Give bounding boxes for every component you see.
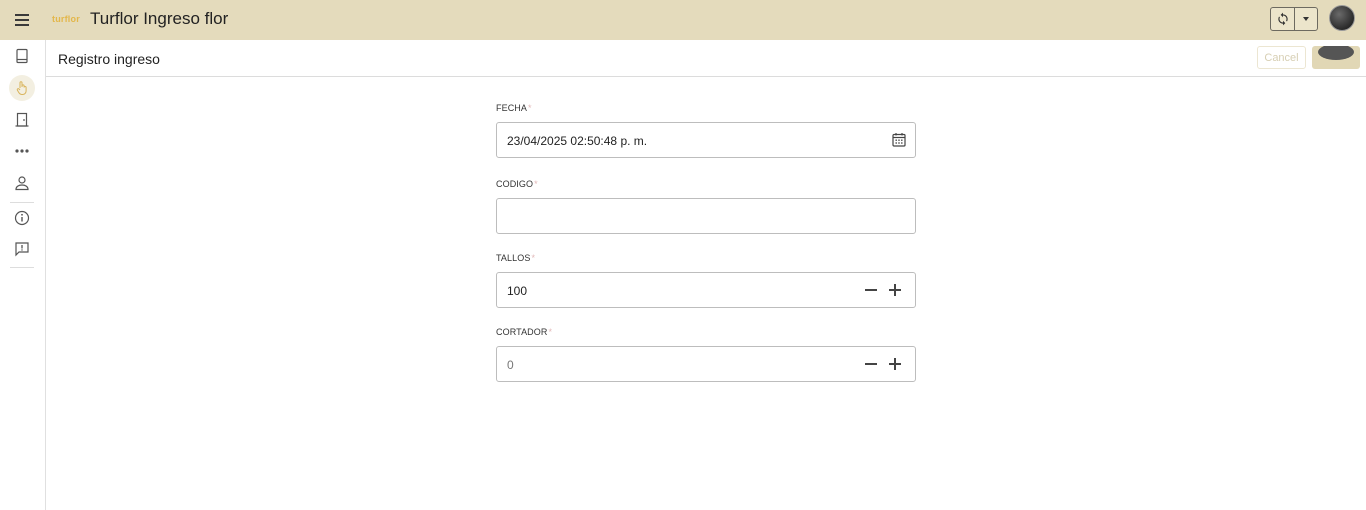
sidebar-item-exit[interactable] — [9, 107, 35, 133]
required-mark: * — [531, 253, 536, 263]
fecha-value: 23/04/2025 02:50:48 p. m. — [507, 134, 648, 148]
tallos-decrement-button[interactable] — [863, 281, 879, 299]
page-title: Registro ingreso — [58, 51, 160, 67]
required-mark: * — [534, 179, 538, 189]
sidebar-item-user[interactable] — [9, 170, 35, 196]
codigo-label: CODIGO* — [496, 179, 538, 189]
fecha-label: FECHA* — [496, 103, 532, 113]
more-dots-icon — [15, 149, 29, 153]
user-icon — [15, 176, 29, 191]
sync-button-group — [1270, 7, 1318, 31]
sidebar-item-more[interactable] — [9, 138, 35, 164]
redaction-blob — [1318, 46, 1354, 60]
sidebar-item-feedback[interactable] — [9, 236, 35, 262]
tallos-label-text: TALLOS — [496, 253, 531, 263]
sidebar-item-ingreso[interactable] — [9, 75, 35, 101]
sidebar-item-book[interactable] — [9, 43, 35, 69]
tallos-label: TALLOS* — [496, 253, 535, 263]
minus-icon — [865, 363, 877, 365]
cortador-stepper[interactable]: 0 — [496, 346, 916, 382]
fecha-field[interactable]: 23/04/2025 02:50:48 p. m. — [496, 122, 916, 158]
sidebar-divider — [10, 267, 34, 268]
door-exit-icon — [15, 112, 29, 127]
required-mark: * — [528, 103, 532, 113]
app-title: Turflor Ingreso flor — [90, 9, 229, 28]
codigo-field[interactable] — [496, 198, 916, 234]
tallos-stepper[interactable]: 100 — [496, 272, 916, 308]
sidebar — [0, 40, 46, 510]
chevron-down-icon — [1303, 17, 1309, 21]
feedback-icon — [15, 242, 29, 257]
info-icon — [14, 210, 30, 226]
codigo-input[interactable] — [497, 199, 915, 233]
fecha-label-text: FECHA — [496, 103, 528, 113]
cortador-placeholder: 0 — [507, 358, 514, 372]
plus-icon — [889, 284, 901, 296]
sidebar-item-info[interactable] — [9, 205, 35, 231]
calendar-icon[interactable] — [892, 132, 906, 147]
app-logo: turflor — [52, 14, 80, 24]
hand-pointer-icon — [16, 81, 27, 95]
book-icon — [16, 48, 28, 64]
tallos-value: 100 — [507, 284, 528, 298]
sync-icon — [1277, 12, 1288, 26]
cortador-label-text: CORTADOR — [496, 327, 548, 337]
sidebar-divider — [10, 202, 34, 203]
cortador-increment-button[interactable] — [887, 355, 903, 373]
codigo-label-text: CODIGO — [496, 179, 534, 189]
save-button[interactable] — [1312, 46, 1360, 69]
minus-icon — [865, 289, 877, 291]
cancel-button[interactable]: Cancel — [1257, 46, 1306, 69]
required-mark: * — [548, 327, 553, 337]
avatar[interactable] — [1329, 5, 1355, 31]
sync-dropdown-button[interactable] — [1295, 8, 1317, 30]
app-bar: turflor Turflor Ingreso flor — [0, 0, 1366, 40]
plus-icon — [889, 358, 901, 370]
cortador-decrement-button[interactable] — [863, 355, 879, 373]
cortador-label: CORTADOR* — [496, 327, 552, 337]
page-header: Registro ingreso Cancel — [46, 40, 1366, 77]
tallos-increment-button[interactable] — [887, 281, 903, 299]
menu-icon[interactable] — [12, 10, 32, 30]
sync-button[interactable] — [1271, 8, 1295, 30]
